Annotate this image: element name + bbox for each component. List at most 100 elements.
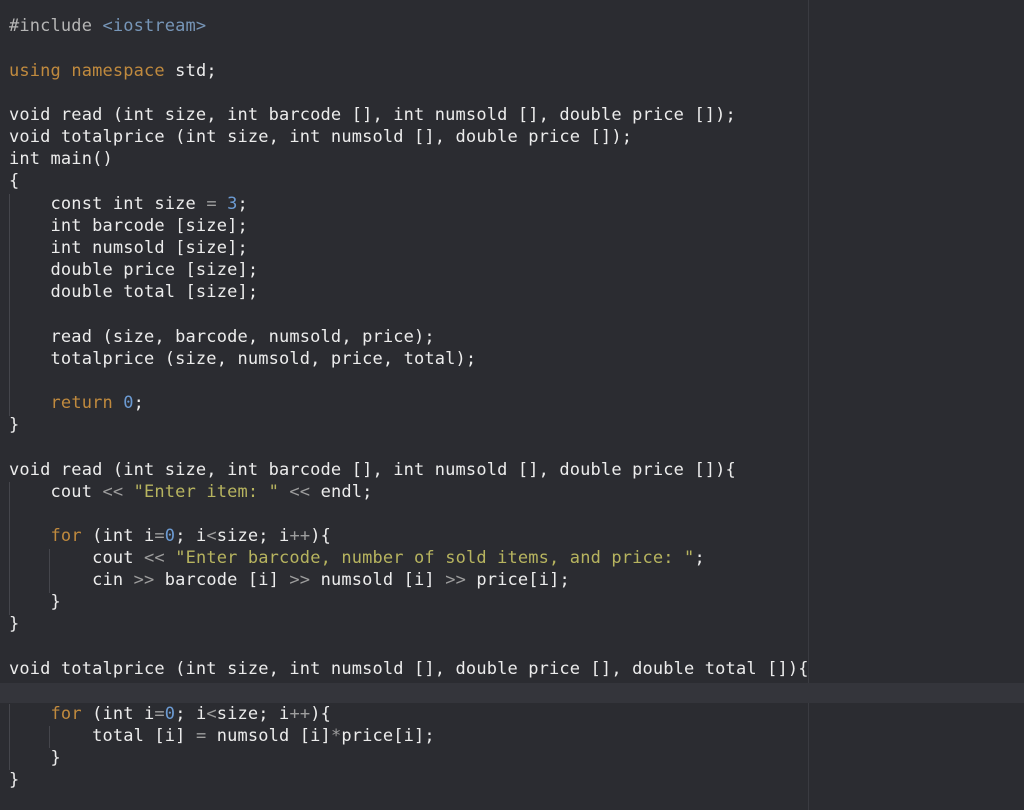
code-line[interactable]: void totalprice (int size, int numsold […	[9, 126, 632, 148]
code-editor[interactable]: #include <iostream> using namespace std; v…	[0, 0, 1024, 810]
code-token: >>	[289, 570, 311, 590]
code-token: "Enter barcode, number of sold items, an…	[175, 548, 695, 568]
code-token: price[i];	[341, 726, 435, 746]
code-token: const int size	[9, 194, 207, 214]
code-token: return	[50, 393, 113, 413]
code-token: void totalprice (int size, int numsold […	[9, 659, 809, 679]
code-token: total [i]	[9, 726, 196, 746]
code-token: }	[9, 748, 61, 768]
code-token: int numsold [size];	[9, 238, 248, 258]
code-token: int main()	[9, 149, 113, 169]
code-line[interactable]: for (int i=0; i<size; i++){	[9, 703, 331, 725]
code-line[interactable]: }	[9, 747, 61, 769]
code-token: *	[330, 726, 342, 746]
code-line[interactable]: }	[9, 414, 19, 436]
code-token: <iostream>	[102, 16, 207, 36]
code-line[interactable]: {	[9, 170, 19, 192]
code-line[interactable]: cout << "Enter barcode, number of sold i…	[9, 547, 705, 569]
code-token: =	[206, 194, 217, 214]
code-token: =	[154, 704, 165, 724]
code-token: ;	[694, 548, 705, 568]
code-line[interactable]: double total [size];	[9, 281, 259, 303]
code-token: cin	[9, 570, 134, 590]
code-token: =	[154, 526, 165, 546]
code-line[interactable]: double price [size];	[9, 259, 259, 281]
code-token: #include	[9, 16, 103, 36]
code-line[interactable]: int barcode [size];	[9, 215, 248, 237]
code-line[interactable]: cout << "Enter item: " << endl;	[9, 481, 373, 503]
code-line[interactable]: return 0;	[9, 392, 144, 414]
code-token: ){	[310, 526, 331, 546]
code-token: cout	[9, 548, 145, 568]
code-token: }	[9, 614, 20, 634]
code-line[interactable]: void read (int size, int barcode [], int…	[9, 104, 736, 126]
code-token: read (size, barcode, numsold, price);	[9, 327, 435, 347]
code-token: <<	[289, 482, 311, 502]
code-line[interactable]: void read (int size, int barcode [], int…	[9, 459, 736, 481]
code-token: ;	[237, 194, 248, 214]
code-line[interactable]: void totalprice (int size, int numsold […	[9, 658, 809, 680]
code-token: for	[50, 704, 82, 724]
code-token: >>	[133, 570, 155, 590]
code-token: totalprice (size, numsold, price, total)…	[9, 349, 477, 369]
code-token: 3	[227, 194, 238, 214]
code-token: }	[9, 415, 20, 435]
code-token: double price [size];	[9, 260, 259, 280]
code-token: size; i	[216, 526, 290, 546]
code-token: int barcode [size];	[9, 216, 248, 236]
code-line[interactable]: }	[9, 591, 61, 613]
code-token: std;	[164, 61, 217, 81]
code-line[interactable]: total [i] = numsold [i]*price[i];	[9, 725, 435, 747]
code-token: <<	[144, 548, 165, 568]
code-token: }	[9, 592, 61, 612]
code-token: double total [size];	[9, 282, 259, 302]
code-line[interactable]: #include <iostream>	[9, 15, 206, 37]
code-token: =	[195, 726, 207, 746]
code-line[interactable]: for (int i=0; i<size; i++){	[9, 525, 331, 547]
code-token: "Enter item: "	[133, 482, 280, 502]
code-token: >>	[445, 570, 466, 590]
code-token: ;	[133, 393, 145, 413]
code-line[interactable]: int main()	[9, 148, 113, 170]
code-token: }	[9, 770, 20, 790]
code-token: <<	[102, 482, 124, 502]
code-token: void totalprice (int size, int numsold […	[9, 127, 633, 147]
code-token: numsold [i]	[310, 570, 446, 590]
code-line[interactable]: read (size, barcode, numsold, price);	[9, 326, 435, 348]
code-token: using	[9, 61, 61, 81]
code-token: barcode [i]	[154, 570, 290, 590]
code-token: (int i	[81, 526, 155, 546]
code-token: void read (int size, int barcode [], int…	[9, 460, 736, 480]
code-line[interactable]: }	[9, 769, 19, 791]
code-token: ; i	[175, 526, 207, 546]
code-token: ; i	[175, 704, 207, 724]
code-token: {	[9, 171, 20, 191]
code-token: numsold [i]	[206, 726, 331, 746]
code-token: ++	[289, 526, 311, 546]
current-line-highlight	[0, 683, 1024, 703]
code-line[interactable]: totalprice (size, numsold, price, total)…	[9, 348, 477, 370]
code-token: void read (int size, int barcode [], int…	[9, 105, 736, 125]
code-line[interactable]: using namespace std;	[9, 60, 217, 82]
code-token: price[i];	[466, 570, 570, 590]
code-token: <	[206, 526, 217, 546]
code-line[interactable]: cin >> barcode [i] >> numsold [i] >> pri…	[9, 569, 570, 591]
code-token: namespace	[71, 61, 165, 81]
code-token: ++	[289, 704, 311, 724]
code-line[interactable]: const int size = 3;	[9, 193, 248, 215]
code-line[interactable]: }	[9, 613, 19, 635]
code-token: ){	[310, 704, 331, 724]
code-token: 0	[164, 704, 176, 724]
code-token: size; i	[216, 704, 290, 724]
code-token: 0	[164, 526, 176, 546]
code-line[interactable]: int numsold [size];	[9, 237, 248, 259]
